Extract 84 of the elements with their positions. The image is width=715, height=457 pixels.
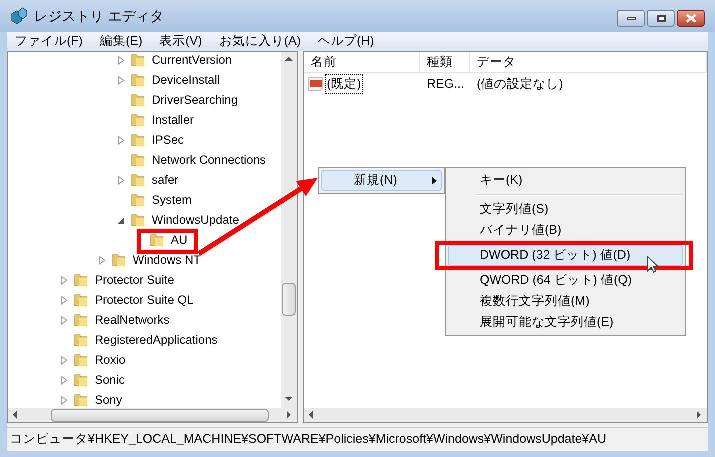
registry-cubes-icon xyxy=(10,7,28,25)
folder-icon xyxy=(130,112,146,128)
submenu-item[interactable]: 文字列値(S) xyxy=(448,199,683,220)
folder-icon xyxy=(73,332,89,348)
tree-item[interactable]: CurrentVersion xyxy=(151,52,234,69)
menu-item[interactable]: ファイル(F) xyxy=(15,32,83,51)
minimize-button[interactable] xyxy=(617,10,645,27)
tree-item[interactable]: RealNetworks xyxy=(94,311,171,329)
expand-icon[interactable] xyxy=(61,376,68,384)
folder-icon xyxy=(130,152,146,168)
horizontal-scrollbar[interactable] xyxy=(304,408,707,422)
folder-icon xyxy=(73,312,89,328)
tree-item[interactable]: Network Connections xyxy=(151,151,268,169)
folder-icon xyxy=(130,172,146,188)
menu-item[interactable]: 編集(E) xyxy=(100,32,143,51)
value-type: REG... xyxy=(426,76,466,93)
expand-icon[interactable] xyxy=(61,316,68,324)
submenu-item[interactable]: QWORD (64 ビット) 値(Q) xyxy=(448,270,683,291)
menu-item[interactable]: 表示(V) xyxy=(160,32,202,51)
tree-item[interactable]: Windows NT xyxy=(132,251,202,269)
expand-icon[interactable] xyxy=(118,76,125,84)
vertical-scrollbar[interactable] xyxy=(281,52,297,408)
submenu-item[interactable]: 複数行文字列値(M) xyxy=(448,291,683,312)
mouse-pointer-icon xyxy=(647,256,659,274)
close-button[interactable] xyxy=(677,10,705,27)
folder-icon xyxy=(130,192,146,208)
tree-item[interactable]: Protector Suite QL xyxy=(94,291,195,309)
tree-item[interactable]: Sonic xyxy=(94,371,126,389)
folder-icon xyxy=(73,272,89,288)
value-name[interactable]: (既定) xyxy=(325,74,364,94)
expand-icon[interactable] xyxy=(118,176,125,184)
submenu-item[interactable]: 展開可能な文字列値(E) xyxy=(448,312,683,333)
scroll-thumb[interactable] xyxy=(51,408,269,422)
tree-item[interactable]: RegisteredApplications xyxy=(94,331,219,349)
folder-icon xyxy=(130,52,146,68)
submenu-item[interactable]: DWORD (32 ビット) 値(D) xyxy=(448,245,683,266)
folder-icon xyxy=(130,212,146,228)
expand-icon[interactable] xyxy=(118,56,125,64)
folder-icon xyxy=(130,92,146,108)
column-header[interactable]: データ xyxy=(470,52,707,72)
folder-icon xyxy=(73,352,89,368)
folder-icon xyxy=(130,132,146,148)
collapse-icon[interactable] xyxy=(118,216,125,224)
column-header[interactable]: 名前 xyxy=(304,52,420,72)
folder-icon xyxy=(73,392,89,408)
expand-icon[interactable] xyxy=(61,396,68,404)
horizontal-scrollbar[interactable] xyxy=(8,408,297,422)
folder-icon xyxy=(73,372,89,388)
expand-icon[interactable] xyxy=(61,276,68,284)
submenu-item[interactable]: バイナリ値(B) xyxy=(448,220,683,241)
highlight-frame xyxy=(137,229,198,254)
tree-item[interactable]: DriverSearching xyxy=(151,91,240,109)
tree-item[interactable]: Protector Suite xyxy=(94,271,176,289)
tree-item[interactable]: Roxio xyxy=(94,351,127,369)
scroll-right-icon[interactable] xyxy=(284,410,294,420)
folder-icon xyxy=(130,72,146,88)
maximize-button[interactable] xyxy=(647,10,675,27)
scroll-thumb[interactable] xyxy=(282,283,296,316)
folder-icon xyxy=(73,292,89,308)
expand-icon[interactable] xyxy=(61,356,68,364)
menu-item[interactable]: お気に入り(A) xyxy=(219,32,301,51)
submenu-item[interactable]: キー(K) xyxy=(448,170,683,191)
scroll-right-icon[interactable] xyxy=(694,410,704,420)
folder-icon xyxy=(111,252,127,268)
tree-item[interactable]: DeviceInstall xyxy=(151,71,222,89)
folder-icon xyxy=(149,232,165,248)
tree-item[interactable]: IPSec xyxy=(151,131,186,149)
tree-item[interactable]: Sony xyxy=(94,391,124,408)
tree-item[interactable]: System xyxy=(151,191,194,209)
tree-item[interactable]: WindowsUpdate xyxy=(151,211,240,229)
expand-icon[interactable] xyxy=(61,296,68,304)
status-bar-path: コンピュータ¥HKEY_LOCAL_MACHINE¥SOFTWARE¥Policies¥Microsoft¥Windows¥WindowsUpdate¥AU xyxy=(10,431,606,448)
value-data: (値の設定なし) xyxy=(476,76,564,93)
tree-item[interactable]: AU xyxy=(170,231,189,249)
window-title: レジストリ エディタ xyxy=(34,6,165,26)
string-value-icon xyxy=(308,76,324,92)
expand-icon[interactable] xyxy=(118,136,125,144)
context-menu-item[interactable]: 新規(N) xyxy=(321,170,442,191)
tree-item[interactable]: safer xyxy=(151,171,180,189)
column-header[interactable]: 種類 xyxy=(420,52,470,72)
menu-item[interactable]: ヘルプ(H) xyxy=(318,32,374,51)
tree-item[interactable]: Installer xyxy=(151,111,196,129)
close-icon xyxy=(686,14,696,23)
expand-icon[interactable] xyxy=(99,256,106,264)
